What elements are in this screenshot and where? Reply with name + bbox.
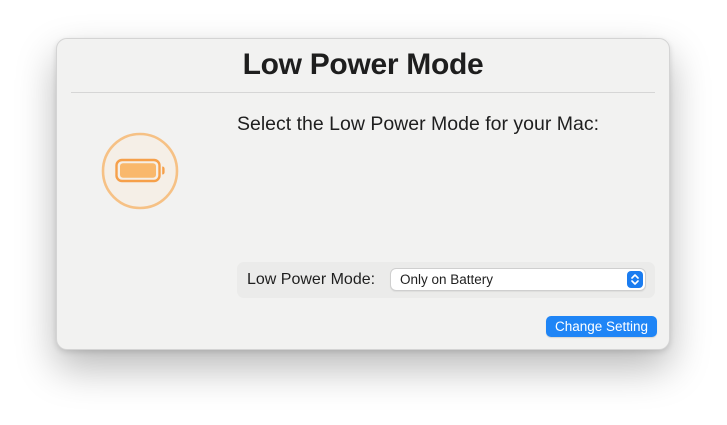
low-power-mode-label: Low Power Mode: (247, 271, 376, 288)
chevron-up-down-icon[interactable] (627, 271, 643, 288)
dialog-title: Low Power Mode (242, 48, 484, 81)
title-divider (71, 92, 655, 93)
prompt-text: Select the Low Power Mode for your Mac: (237, 113, 599, 135)
low-power-mode-select[interactable]: Only on Battery (390, 268, 646, 291)
page: Low Power Mode Select the Low Power Mode… (0, 0, 727, 425)
select-value: Only on Battery (400, 272, 494, 287)
change-setting-button[interactable]: Change Setting (546, 316, 657, 337)
battery-icon (101, 132, 179, 210)
low-power-mode-row: Low Power Mode: Only on Battery (237, 262, 655, 298)
low-power-mode-dialog: Low Power Mode Select the Low Power Mode… (56, 38, 670, 350)
